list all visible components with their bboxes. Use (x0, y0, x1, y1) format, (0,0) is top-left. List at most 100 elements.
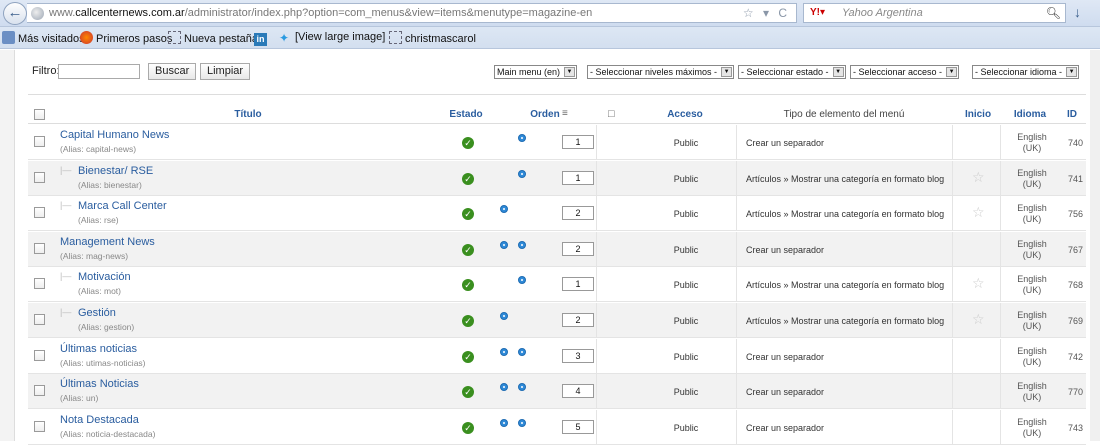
published-check-icon[interactable]: ✓ (462, 243, 474, 256)
limpiar-button[interactable]: Limpiar (200, 63, 251, 80)
bookmark-star-icon[interactable]: ☆ ▾ C (743, 6, 790, 20)
buscar-button[interactable]: Buscar (148, 63, 197, 80)
order-input[interactable]: 2 (562, 241, 594, 256)
move-down-icon[interactable] (518, 347, 526, 356)
language: English (UK) (1012, 381, 1052, 403)
published-check-icon[interactable]: ✓ (462, 386, 474, 399)
row-checkbox[interactable] (34, 278, 45, 290)
item-alias-value: mag-news (85, 250, 126, 261)
language-name: English (1017, 345, 1047, 356)
col-titulo[interactable]: Título (228, 109, 268, 120)
item-alias: (Alias: capital-news) (60, 144, 137, 154)
menu-select[interactable]: Main menu (en) ▼ (494, 65, 578, 79)
published-check-icon[interactable]: ✓ (462, 137, 474, 149)
move-down-icon[interactable] (518, 169, 526, 178)
acceso-select[interactable]: - Seleccionar acceso - ▼ (850, 65, 960, 79)
row-checkbox[interactable] (34, 171, 45, 183)
item-title-link[interactable]: Bienestar/ RSE (78, 165, 153, 177)
idioma-select[interactable]: - Seleccionar idioma - ▼ (972, 65, 1080, 79)
sort-icon[interactable]: ≡ (562, 108, 568, 119)
col-estado[interactable]: Estado (446, 109, 486, 120)
move-up-icon[interactable] (500, 312, 508, 320)
divider (596, 374, 597, 410)
published-check-icon[interactable]: ✓ (462, 421, 474, 434)
address-bar[interactable]: www.callcenternews.com.ar/administrator/… (27, 3, 797, 23)
item-alias: (Alias: bienestar) (78, 179, 142, 190)
niveles-select[interactable]: - Seleccionar niveles máximos - ▼ (587, 65, 735, 79)
item-title-link[interactable]: Últimas noticias (60, 343, 137, 355)
home-star-icon[interactable]: ☆ (972, 204, 985, 221)
move-down-icon[interactable] (518, 240, 526, 249)
order-input[interactable]: 1 (562, 277, 594, 292)
item-title-link[interactable]: Nota Destacada (60, 414, 139, 426)
table-row: Últimas noticias (Alias: utimas-noticias)… (28, 338, 1086, 374)
select-all-checkbox[interactable] (34, 109, 45, 120)
filter-search-input[interactable] (58, 64, 140, 79)
item-alias: (Alias: rse) (78, 215, 119, 226)
move-down-icon[interactable] (518, 418, 526, 427)
save-order-icon[interactable]: □ (608, 108, 615, 120)
col-orden[interactable]: Orden (528, 109, 562, 120)
item-title-link[interactable]: Management News (60, 236, 155, 248)
published-check-icon[interactable]: ✓ (462, 208, 474, 221)
yahoo-icon[interactable]: Y!▾ (810, 7, 825, 18)
move-up-icon[interactable] (500, 418, 508, 427)
bookmark-primeros-pasos[interactable]: Primeros pasos (80, 31, 172, 45)
home-star-icon[interactable]: ☆ (972, 169, 985, 186)
published-check-icon[interactable]: ✓ (462, 172, 474, 185)
search-bar[interactable]: Y!▾ Yahoo Argentina 🔍︎ (803, 3, 1066, 23)
url-text: www.callcenternews.com.ar/administrator/… (49, 7, 593, 19)
move-down-icon[interactable] (518, 134, 526, 142)
item-id: 743 (1068, 422, 1084, 433)
move-up-icon[interactable] (500, 383, 508, 392)
move-up-icon[interactable] (500, 240, 508, 249)
move-down-icon[interactable] (518, 276, 526, 285)
item-alias: (Alias: mot) (78, 286, 121, 297)
order-input[interactable]: 4 (562, 384, 594, 399)
item-title-link[interactable]: Marca Call Center (78, 200, 167, 212)
download-icon[interactable]: ↓ (1074, 4, 1081, 20)
home-star-icon[interactable]: ☆ (972, 275, 985, 292)
divider (1000, 267, 1001, 303)
item-title-link[interactable]: Últimas Noticias (60, 378, 139, 390)
item-title-link[interactable]: Gestión (78, 307, 116, 319)
estado-select[interactable]: - Seleccionar estado - ▼ (738, 65, 846, 79)
language: English (UK) (1012, 346, 1052, 368)
move-up-icon[interactable] (500, 205, 508, 214)
order-input[interactable]: 2 (562, 206, 594, 221)
bookmark-christmascarol[interactable]: christmascarol (389, 31, 476, 45)
col-idioma[interactable]: Idioma (1010, 109, 1050, 120)
published-check-icon[interactable]: ✓ (462, 279, 474, 292)
item-title-link[interactable]: Motivación (78, 271, 131, 283)
bookmark-mas-visitados[interactable]: Más visitados (2, 31, 85, 45)
move-up-icon[interactable] (500, 347, 508, 356)
vertical-scrollbar[interactable] (1090, 50, 1100, 441)
bookmark-nueva-pestana[interactable]: Nueva pestaña (168, 31, 258, 45)
col-id[interactable]: ID (1062, 109, 1082, 120)
col-acceso[interactable]: Acceso (660, 109, 710, 120)
order-input[interactable]: 1 (562, 135, 594, 149)
row-checkbox[interactable] (34, 385, 45, 397)
row-checkbox[interactable] (34, 242, 45, 254)
row-checkbox[interactable] (34, 207, 45, 219)
order-input[interactable]: 5 (562, 419, 594, 434)
published-check-icon[interactable]: ✓ (462, 350, 474, 363)
row-checkbox[interactable] (34, 349, 45, 361)
order-input[interactable]: 3 (562, 348, 594, 363)
row-checkbox[interactable] (34, 314, 45, 325)
published-check-icon[interactable]: ✓ (462, 315, 474, 327)
col-inicio[interactable]: Inicio (958, 109, 998, 120)
row-checkbox[interactable] (34, 136, 45, 147)
order-input[interactable]: 2 (562, 313, 594, 327)
order-input[interactable]: 1 (562, 170, 594, 185)
bookmark-linkedin[interactable]: in (254, 31, 270, 46)
move-down-icon[interactable] (518, 383, 526, 392)
bookmark-view-large-image[interactable]: ✦ [View large image] (279, 31, 385, 45)
row-checkbox[interactable] (34, 420, 45, 432)
estado-select-value: - Seleccionar estado - (741, 67, 829, 77)
back-button[interactable]: ← (3, 2, 27, 25)
item-id: 767 (1068, 244, 1084, 255)
home-star-icon[interactable]: ☆ (972, 311, 985, 328)
item-title-link[interactable]: Capital Humano News (60, 129, 169, 141)
search-icon[interactable]: 🔍︎ (1046, 6, 1061, 20)
